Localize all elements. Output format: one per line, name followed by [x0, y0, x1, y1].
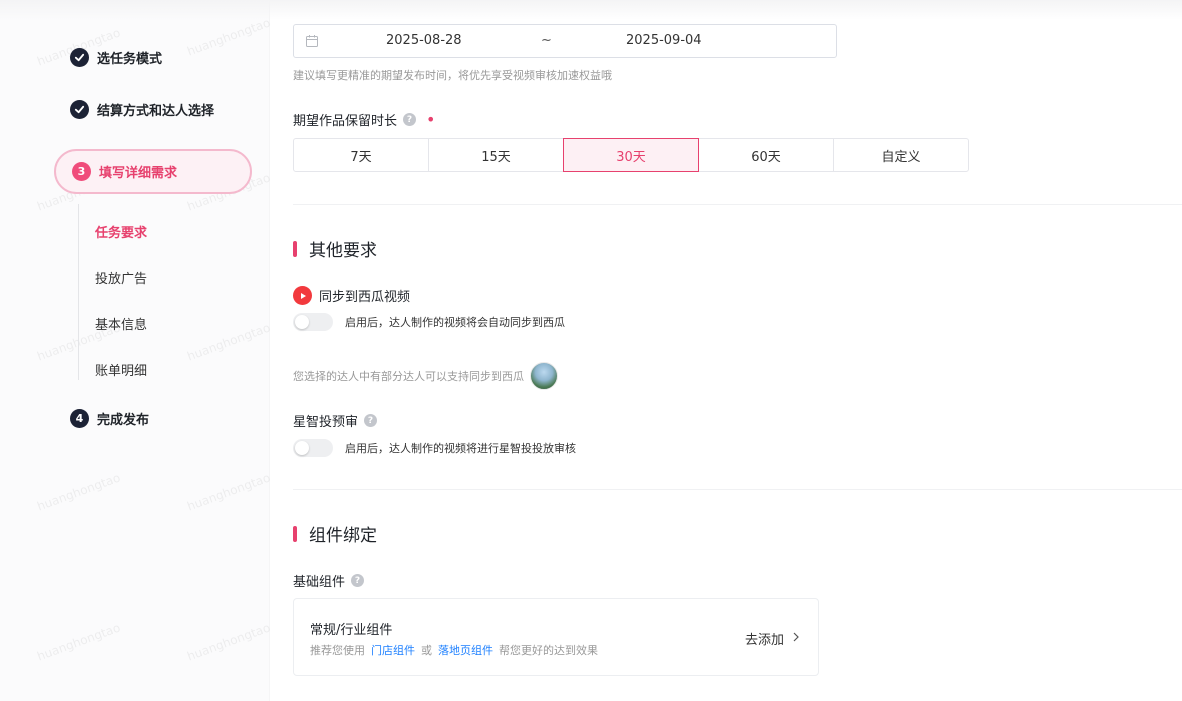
landing-page-component-link[interactable]: 落地页组件	[438, 644, 493, 657]
step-number: 3	[72, 162, 91, 181]
question-icon[interactable]: ?	[364, 414, 378, 427]
step-number: 4	[70, 409, 89, 428]
avatar[interactable]	[530, 362, 558, 390]
start-date[interactable]: 2025-08-28	[386, 33, 462, 48]
date-hint: 建议填写更精准的期望发布时间，将优先享受视频审核加速权益哦	[293, 69, 612, 82]
card-desc: 推荐您使用 门店组件或落地页组件 帮您更好的达到效果	[310, 642, 598, 658]
step-publish[interactable]: 4 完成发布	[70, 409, 149, 428]
watermark: huanghongtao	[185, 620, 273, 664]
store-component-link[interactable]: 门店组件	[371, 644, 415, 657]
watermark: huanghongtao	[185, 15, 273, 59]
retention-option-7[interactable]: 7天	[293, 138, 429, 172]
step-label: 填写详细需求	[99, 166, 178, 181]
divider	[293, 489, 1182, 490]
watermark: huanghongtao	[185, 320, 273, 364]
xigua-sync: 同步到西瓜视频	[293, 286, 410, 305]
divider	[293, 204, 1182, 205]
date-separator: ~	[541, 33, 552, 48]
step-label: 完成发布	[97, 413, 150, 428]
section-components: 组件绑定	[293, 521, 377, 546]
retention-option-15[interactable]: 15天	[428, 138, 564, 172]
step-settlement[interactable]: 结算方式和达人选择	[70, 100, 214, 119]
calendar-icon	[305, 34, 319, 52]
step-select-mode[interactable]: 选任务模式	[70, 48, 162, 67]
retention-option-30[interactable]: 30天	[563, 138, 699, 172]
desc-suffix: 帮您更好的达到效果	[499, 644, 598, 657]
step-fill-details[interactable]: 3 填写详细需求	[54, 149, 252, 194]
substep-line	[78, 204, 79, 380]
retention-option-custom[interactable]: 自定义	[833, 138, 969, 172]
support-text: 您选择的达人中有部分达人可以支持同步到西瓜	[293, 370, 524, 383]
step-label: 选任务模式	[97, 52, 163, 67]
card-title: 常规/行业组件	[310, 623, 393, 638]
retention-label: 期望作品保留时长 ? •	[293, 110, 435, 129]
check-icon	[70, 48, 89, 67]
basic-components-label: 基础组件 ?	[293, 571, 365, 590]
section-other: 其他要求	[293, 236, 377, 261]
xigua-toggle-desc: 启用后，达人制作的视频将会自动同步到西瓜	[345, 316, 565, 329]
retention-selector: 7天 15天 30天 60天 自定义	[293, 138, 969, 172]
desc-prefix: 推荐您使用	[310, 644, 365, 657]
desc-or: 或	[421, 644, 432, 657]
question-icon[interactable]: ?	[403, 113, 417, 126]
retention-option-60[interactable]: 60天	[698, 138, 834, 172]
section-title: 其他要求	[309, 241, 377, 261]
required-mark: •	[426, 109, 436, 129]
review-toggle-desc: 启用后，达人制作的视频将进行星智投投放审核	[345, 442, 576, 455]
section-accent-bar	[293, 525, 297, 542]
xigua-support: 您选择的达人中有部分达人可以支持同步到西瓜	[293, 362, 558, 390]
retention-label-text: 期望作品保留时长	[293, 114, 398, 129]
component-card: 常规/行业组件 推荐您使用 门店组件或落地页组件 帮您更好的达到效果 去添加	[293, 598, 819, 676]
section-title: 组件绑定	[309, 526, 377, 546]
question-icon[interactable]: ?	[351, 574, 365, 587]
check-icon	[70, 100, 89, 119]
xigua-sync-toggle[interactable]	[293, 313, 333, 331]
end-date[interactable]: 2025-09-04	[626, 33, 702, 48]
watermark: huanghongtao	[35, 470, 123, 514]
add-label: 去添加	[744, 633, 784, 648]
xigua-play-icon	[293, 286, 312, 305]
step-label: 结算方式和达人选择	[97, 104, 215, 119]
xigua-label: 同步到西瓜视频	[319, 290, 411, 305]
basic-components-text: 基础组件	[293, 575, 346, 590]
date-range-picker[interactable]: 2025-08-28 ~ 2025-09-04	[293, 24, 837, 58]
section-accent-bar	[293, 240, 297, 257]
top-shadow	[0, 0, 1182, 20]
substep-task-requirements[interactable]: 任务要求	[95, 222, 147, 241]
review-toggle[interactable]	[293, 439, 333, 457]
sidebar: huanghongtao huanghongtao huanghongtao h…	[0, 0, 273, 701]
review-label: 星智投预审 ?	[293, 411, 378, 430]
add-component-button[interactable]: 去添加	[745, 629, 800, 648]
review-label-text: 星智投预审	[293, 415, 359, 430]
substep-billing[interactable]: 账单明细	[95, 360, 147, 379]
substep-ads[interactable]: 投放广告	[95, 268, 147, 287]
watermark: huanghongtao	[35, 620, 123, 664]
chevron-right-icon	[792, 631, 800, 646]
watermark: huanghongtao	[185, 470, 273, 514]
substep-basic-info[interactable]: 基本信息	[95, 314, 147, 333]
